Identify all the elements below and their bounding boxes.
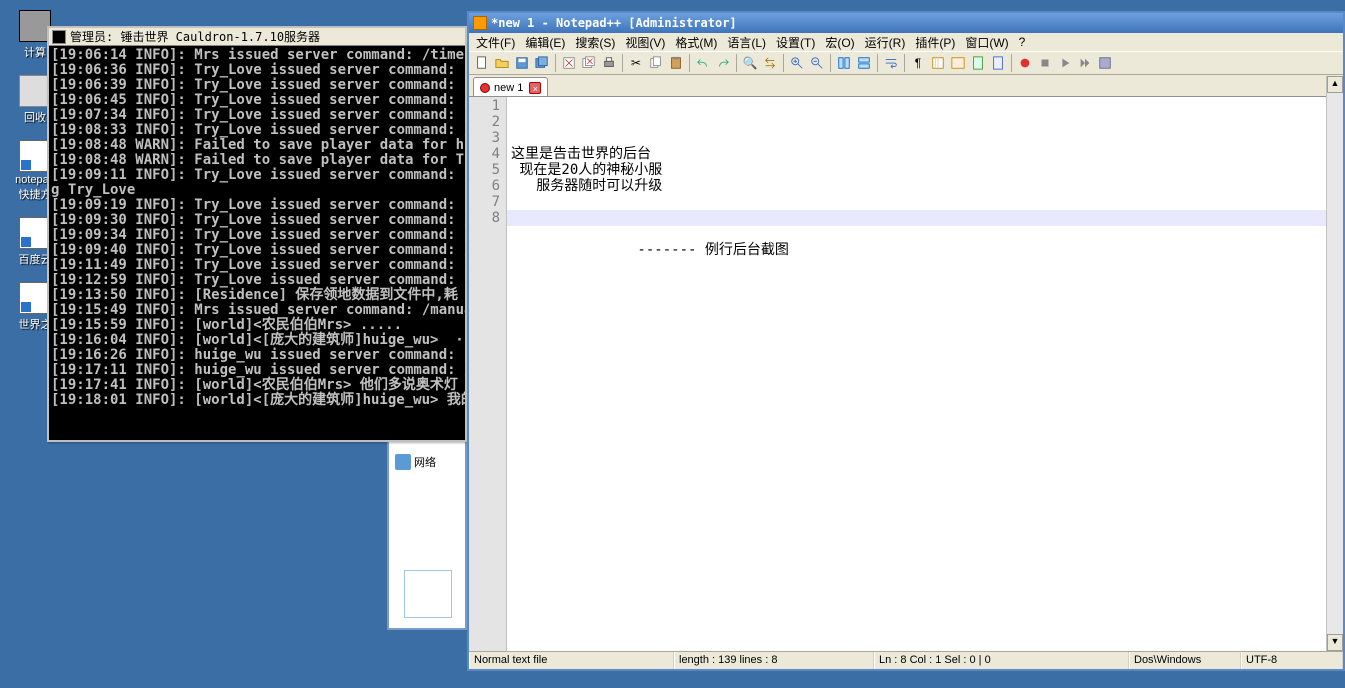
menu-item[interactable]: 搜索(S) xyxy=(570,34,620,51)
stop-macro-button[interactable] xyxy=(1036,54,1054,72)
menu-item[interactable]: 格式(M) xyxy=(670,34,722,51)
status-length: length : 139 lines : 8 xyxy=(674,652,874,669)
toolbar-separator xyxy=(877,54,878,72)
notepadpp-icon xyxy=(473,16,487,30)
menu-item[interactable]: 设置(T) xyxy=(771,34,820,51)
npp-menubar[interactable]: 文件(F)编辑(E)搜索(S)视图(V)格式(M)语言(L)设置(T)宏(O)运… xyxy=(469,33,1343,51)
save-macro-button[interactable] xyxy=(1096,54,1114,72)
menu-item[interactable]: 插件(P) xyxy=(910,34,960,51)
close-button[interactable] xyxy=(560,54,578,72)
replace-button[interactable] xyxy=(761,54,779,72)
open-file-button[interactable] xyxy=(493,54,511,72)
func-list-button[interactable] xyxy=(989,54,1007,72)
menu-item[interactable]: ? xyxy=(1014,35,1031,49)
save-all-button[interactable] xyxy=(533,54,551,72)
npp-titlebar[interactable]: *new 1 - Notepad++ [Administrator] xyxy=(469,13,1343,33)
console-output[interactable]: [19:06:14 INFO]: Mrs issued server comma… xyxy=(49,46,465,440)
toolbar-separator xyxy=(736,54,737,72)
user-lang-button[interactable] xyxy=(949,54,967,72)
doc-map-button[interactable] xyxy=(969,54,987,72)
menu-item[interactable]: 视图(V) xyxy=(620,34,670,51)
sync-hscroll-button[interactable] xyxy=(855,54,873,72)
npp-toolbar[interactable]: ✂ 🔍 ¶ xyxy=(469,51,1343,75)
npp-editor[interactable]: 12345678 这里是告击世界的后台 现在是20人的神秘小服 服务器随时可以升… xyxy=(469,96,1343,651)
scroll-down-button[interactable]: ▼ xyxy=(1327,634,1343,651)
find-button[interactable]: 🔍 xyxy=(741,54,759,72)
status-filemode: Normal text file xyxy=(469,652,674,669)
cmd-icon xyxy=(52,30,66,44)
new-file-button[interactable] xyxy=(473,54,491,72)
toolbar-separator xyxy=(904,54,905,72)
npp-statusbar: Normal text file length : 139 lines : 8 … xyxy=(469,651,1343,669)
record-macro-button[interactable] xyxy=(1016,54,1034,72)
show-all-chars-button[interactable]: ¶ xyxy=(909,54,927,72)
line-number-gutter: 12345678 xyxy=(469,97,507,651)
indent-guide-button[interactable] xyxy=(929,54,947,72)
tab-close-button[interactable]: × xyxy=(529,82,541,94)
menu-item[interactable]: 语言(L) xyxy=(722,34,771,51)
zoom-out-button[interactable] xyxy=(808,54,826,72)
status-position: Ln : 8 Col : 1 Sel : 0 | 0 xyxy=(874,652,1129,669)
toolbar-separator xyxy=(830,54,831,72)
copy-button[interactable] xyxy=(647,54,665,72)
code-area[interactable]: 这里是告击世界的后台 现在是20人的神秘小服 服务器随时可以升级 -------… xyxy=(507,97,1343,651)
npp-title-text: *new 1 - Notepad++ [Administrator] xyxy=(491,16,737,30)
notepadpp-window[interactable]: *new 1 - Notepad++ [Administrator] 文件(F)… xyxy=(467,11,1345,671)
scroll-up-button[interactable]: ▲ xyxy=(1327,76,1343,93)
explorer-window-fragment[interactable]: 网络 xyxy=(387,438,467,630)
document-icon[interactable] xyxy=(404,570,452,618)
print-button[interactable] xyxy=(600,54,618,72)
wordwrap-button[interactable] xyxy=(882,54,900,72)
unsaved-indicator-icon xyxy=(480,83,490,93)
play-multi-button[interactable] xyxy=(1076,54,1094,72)
console-window[interactable]: 管理员: 锤击世界 Cauldron-1.7.10服务器 [19:06:14 I… xyxy=(47,26,467,442)
redo-button[interactable] xyxy=(714,54,732,72)
menu-item[interactable]: 宏(O) xyxy=(820,34,859,51)
sync-vscroll-button[interactable] xyxy=(835,54,853,72)
save-button[interactable] xyxy=(513,54,531,72)
toolbar-separator xyxy=(1011,54,1012,72)
cut-button[interactable]: ✂ xyxy=(627,54,645,72)
menu-item[interactable]: 编辑(E) xyxy=(520,34,570,51)
menu-item[interactable]: 窗口(W) xyxy=(960,34,1013,51)
tab-label: new 1 xyxy=(494,82,523,94)
menu-item[interactable]: 运行(R) xyxy=(860,34,911,51)
close-all-button[interactable] xyxy=(580,54,598,72)
play-macro-button[interactable] xyxy=(1056,54,1074,72)
tab-new1[interactable]: new 1 × xyxy=(473,77,548,96)
network-icon xyxy=(395,454,411,470)
undo-button[interactable] xyxy=(694,54,712,72)
network-label: 网络 xyxy=(395,454,436,470)
paste-button[interactable] xyxy=(667,54,685,72)
toolbar-separator xyxy=(622,54,623,72)
menu-item[interactable]: 文件(F) xyxy=(471,34,520,51)
status-eol: Dos\Windows xyxy=(1129,652,1241,669)
npp-tabbar[interactable]: new 1 × xyxy=(469,75,1343,96)
console-titlebar[interactable]: 管理员: 锤击世界 Cauldron-1.7.10服务器 xyxy=(49,28,465,46)
toolbar-separator xyxy=(689,54,690,72)
toolbar-separator xyxy=(555,54,556,72)
console-title-text: 管理员: 锤击世界 Cauldron-1.7.10服务器 xyxy=(70,28,320,45)
status-encoding: UTF-8 xyxy=(1241,652,1343,669)
zoom-in-button[interactable] xyxy=(788,54,806,72)
toolbar-separator xyxy=(783,54,784,72)
